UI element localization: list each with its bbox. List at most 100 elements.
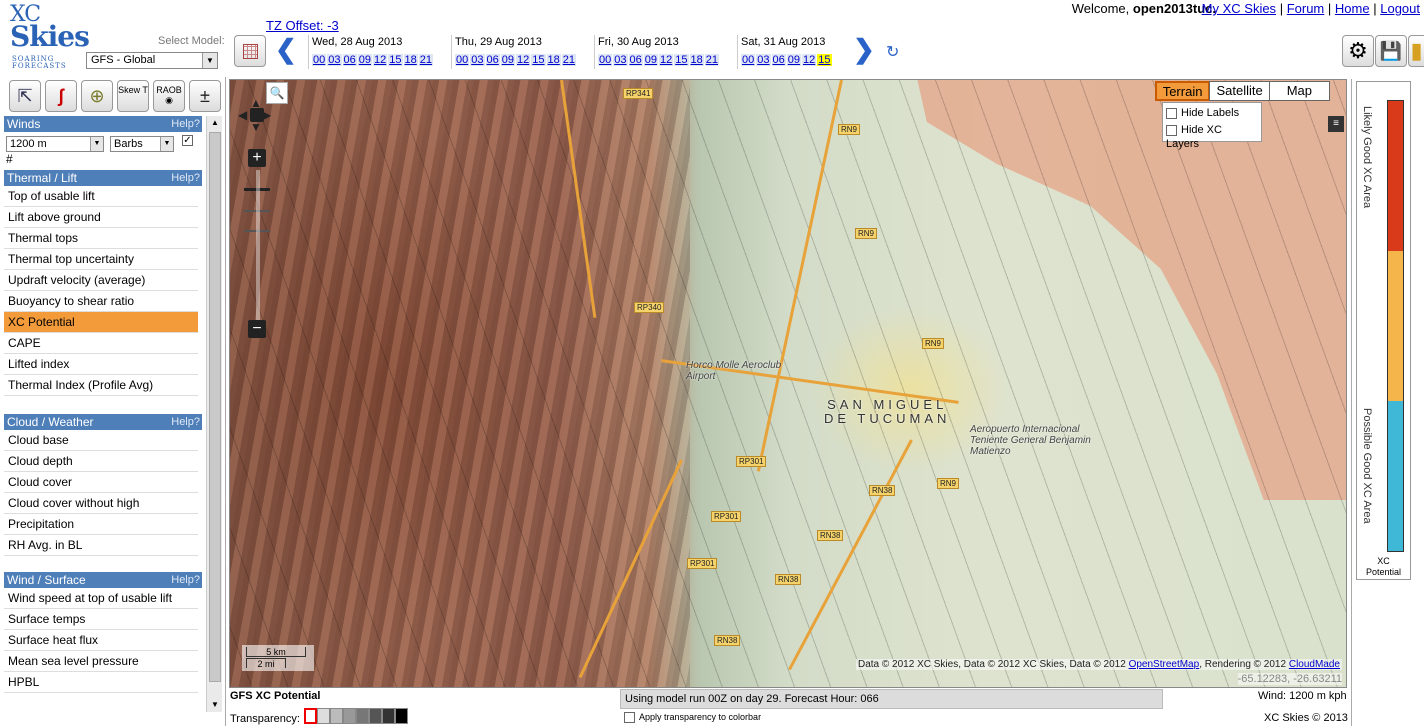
hide-xc-layers-checkbox[interactable] [1166, 124, 1177, 136]
plus-minus-tool-button[interactable]: ± [189, 80, 221, 112]
hour-link[interactable]: 18 [403, 54, 418, 66]
previous-day-button[interactable]: ❮ [275, 35, 297, 63]
layer-item-thermal-top-uncertainty[interactable]: Thermal top uncertainty [4, 249, 198, 270]
hour-link[interactable]: 00 [598, 54, 613, 66]
cursor-tool-button[interactable]: ⇱ [9, 80, 41, 112]
surface-help-link[interactable]: Help? [171, 572, 200, 588]
hide-xc-layers-option[interactable]: Hide XC Layers [1166, 123, 1258, 150]
zoom-search-button[interactable]: 🔍 [266, 82, 288, 104]
zoom-out-button[interactable]: − [248, 320, 266, 338]
cloud-help-link[interactable]: Help? [171, 414, 200, 430]
layer-item-buoyancy-shear[interactable]: Buoyancy to shear ratio [4, 291, 198, 312]
layer-item-top-of-usable-lift[interactable]: Top of usable lift [4, 186, 198, 207]
target-tool-button[interactable]: ⊕ [81, 80, 113, 112]
hour-link[interactable]: 12 [516, 54, 531, 66]
transparency-swatch[interactable] [343, 708, 356, 724]
layer-item-cape[interactable]: CAPE [4, 333, 198, 354]
forum-link[interactable]: Forum [1287, 1, 1325, 16]
zoom-in-button[interactable]: + [248, 149, 266, 167]
layer-item-lift-above-ground[interactable]: Lift above ground [4, 207, 198, 228]
hour-link[interactable]: 03 [327, 54, 342, 66]
layer-item-thermal-tops[interactable]: Thermal tops [4, 228, 198, 249]
scroll-down-icon[interactable]: ▼ [207, 698, 223, 712]
hour-link[interactable]: 00 [312, 54, 327, 66]
transparency-swatch[interactable] [356, 708, 369, 724]
transparency-swatch[interactable] [317, 708, 330, 724]
hour-link[interactable]: 00 [455, 54, 470, 66]
logout-link[interactable]: Logout [1380, 1, 1420, 16]
wind-level-select[interactable]: 1200 m ▼ [6, 136, 104, 152]
hour-link[interactable]: 03 [613, 54, 628, 66]
my-xc-skies-link[interactable]: My XC Skies [1202, 1, 1276, 16]
pan-center-icon[interactable] [250, 108, 264, 122]
thermal-help-link[interactable]: Help? [171, 170, 200, 186]
layer-item-updraft-velocity[interactable]: Updraft velocity (average) [4, 270, 198, 291]
left-panel-scrollbar[interactable]: ▲ ▼ [206, 116, 222, 712]
refresh-button[interactable]: ↻ [886, 44, 904, 62]
layer-item-cloud-cover[interactable]: Cloud cover [4, 472, 198, 493]
hour-link[interactable]: 18 [546, 54, 561, 66]
hour-link[interactable]: 06 [628, 54, 643, 66]
map-type-terrain-button[interactable]: Terrain [1154, 81, 1211, 101]
wind-style-select[interactable]: Barbs ▼ [110, 136, 174, 152]
openstreetmap-link[interactable]: OpenStreetMap [1129, 659, 1200, 670]
layer-item-precipitation[interactable]: Precipitation [4, 514, 198, 535]
transparency-swatch[interactable] [304, 708, 317, 724]
scrollbar-thumb[interactable] [209, 132, 221, 682]
forecast-map[interactable]: RP341 RN9 RN9 RN9 RN9 RP340 RP301 RP301 … [229, 79, 1347, 688]
winds-checkbox[interactable]: ✓ [182, 135, 193, 146]
route-tool-button[interactable]: ʃ [45, 80, 77, 112]
hour-link[interactable]: 03 [756, 54, 771, 66]
open-folder-button[interactable]: ▮ [1408, 35, 1424, 67]
winds-help-link[interactable]: Help? [171, 116, 200, 132]
hour-link[interactable]: 18 [689, 54, 704, 66]
hour-link[interactable]: 15 [674, 54, 689, 66]
layer-item-lifted-index[interactable]: Lifted index [4, 354, 198, 375]
layer-item-cloud-base[interactable]: Cloud base [4, 430, 198, 451]
calendar-button[interactable] [234, 35, 266, 67]
hour-link[interactable]: 21 [418, 54, 433, 66]
hour-link[interactable]: 06 [342, 54, 357, 66]
scroll-up-icon[interactable]: ▲ [207, 116, 223, 130]
tz-offset-link[interactable]: TZ Offset: -3 [266, 18, 339, 33]
layer-item-mslp[interactable]: Mean sea level pressure [4, 651, 198, 672]
layer-item-cloud-cover-no-high[interactable]: Cloud cover without high [4, 493, 198, 514]
hour-link[interactable]: 15 [531, 54, 546, 66]
xc-skies-logo[interactable]: XC Skies SOARING FORECASTS [8, 2, 90, 70]
layer-item-xc-potential-selected[interactable]: XC Potential [4, 312, 198, 333]
hour-link[interactable]: 09 [357, 54, 372, 66]
zoom-slider-track[interactable] [256, 170, 260, 320]
model-select[interactable]: GFS - Global ▼ [86, 52, 218, 69]
hour-link[interactable]: 06 [771, 54, 786, 66]
transparency-swatch[interactable] [330, 708, 343, 724]
save-button[interactable]: 💾 [1375, 35, 1407, 67]
hour-link[interactable]: 12 [659, 54, 674, 66]
settings-button[interactable]: ⚙ [1342, 35, 1374, 67]
transparency-swatch[interactable] [382, 708, 395, 724]
home-link[interactable]: Home [1335, 1, 1370, 16]
cloudmade-link[interactable]: CloudMade [1289, 659, 1340, 670]
hour-link[interactable]: 21 [561, 54, 576, 66]
layer-item-cloud-depth[interactable]: Cloud depth [4, 451, 198, 472]
layer-item-thermal-index[interactable]: Thermal Index (Profile Avg) [4, 375, 198, 396]
hour-link[interactable]: 15 [388, 54, 403, 66]
layer-item-wind-speed-top-lift[interactable]: Wind speed at top of usable lift [4, 588, 198, 609]
hour-link[interactable]: 09 [643, 54, 658, 66]
map-type-satellite-button[interactable]: Satellite [1209, 81, 1270, 101]
transparency-swatch[interactable] [369, 708, 382, 724]
hide-labels-option[interactable]: Hide Labels [1166, 106, 1258, 123]
map-type-map-button[interactable]: Map [1268, 81, 1330, 101]
hour-link[interactable]: 03 [470, 54, 485, 66]
apply-transparency-option[interactable]: Apply transparency to colorbar [624, 712, 761, 724]
hour-link[interactable]: 00 [741, 54, 756, 66]
hour-link[interactable]: 12 [802, 54, 817, 66]
apply-transparency-checkbox[interactable] [624, 712, 635, 724]
arrow-down-icon[interactable]: ▼ [250, 120, 262, 134]
arrow-left-icon[interactable]: ◀ [238, 108, 247, 122]
hide-labels-checkbox[interactable] [1166, 107, 1177, 119]
layer-item-surface-heat-flux[interactable]: Surface heat flux [4, 630, 198, 651]
skew-t-tool-button[interactable]: Skew T [117, 80, 149, 112]
raob-tool-button[interactable]: RAOB ◉ [153, 80, 185, 112]
layers-icon[interactable]: ≡ [1328, 116, 1344, 132]
next-day-button[interactable]: ❯ [853, 35, 875, 63]
